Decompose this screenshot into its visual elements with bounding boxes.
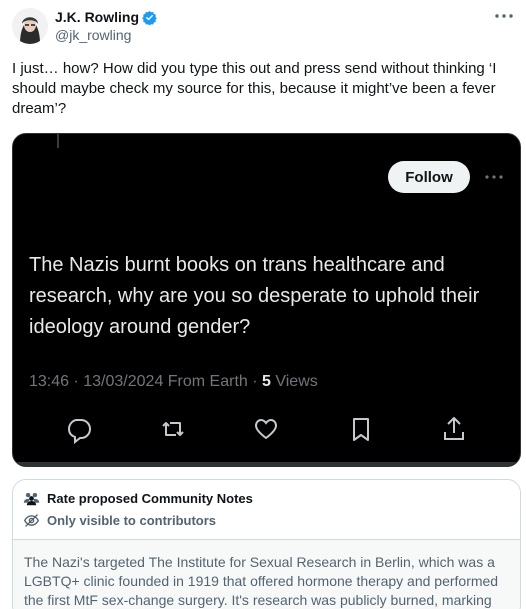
tweet-text: I just… how? How did you type this out a… xyxy=(12,60,497,117)
media-bottom-bar xyxy=(13,462,520,466)
post-timestamp: 13:46 · 13/03/2024 From Earth · xyxy=(29,373,263,390)
community-notes-panel: Rate proposed Community Notes Only visib… xyxy=(12,479,521,609)
eye-slash-icon xyxy=(23,514,40,527)
rate-notes-row[interactable]: Rate proposed Community Notes xyxy=(23,490,253,507)
author-handle[interactable]: @jk_rowling xyxy=(55,27,131,43)
post-meta: 13:46 · 13/03/2024 From Earth · 5 Views xyxy=(29,373,318,391)
reply-icon[interactable] xyxy=(64,414,94,444)
visibility-row: Only visible to contributors xyxy=(23,512,216,529)
views-label: Views xyxy=(270,373,318,390)
more-options-icon[interactable] xyxy=(492,6,516,26)
visibility-label: Only visible to contributors xyxy=(47,513,217,528)
verified-badge-icon xyxy=(142,10,157,25)
quoted-post-text: The Nazis burnt books on trans healthcar… xyxy=(29,254,480,338)
follow-button[interactable]: Follow xyxy=(388,161,470,193)
quoted-media-screenshot[interactable]: Follow The Nazis burnt books on trans he… xyxy=(12,133,521,467)
media-divider xyxy=(57,134,59,148)
repost-icon[interactable] xyxy=(158,414,188,444)
community-note-text: The Nazi's targeted The Institute for Se… xyxy=(24,554,499,608)
share-icon[interactable] xyxy=(439,414,469,444)
like-icon[interactable] xyxy=(251,414,281,444)
avatar[interactable] xyxy=(12,8,48,44)
community-note-body: The Nazi's targeted The Institute for Se… xyxy=(13,540,520,609)
people-icon xyxy=(23,492,40,506)
community-notes-header: Rate proposed Community Notes Only visib… xyxy=(13,480,520,540)
author-name[interactable]: J.K. Rowling xyxy=(55,9,139,25)
action-bar xyxy=(13,414,520,444)
tweet-header: J.K. Rowling @jk_rowling xyxy=(12,6,518,46)
author-name-row: J.K. Rowling xyxy=(55,9,157,25)
views-count: 5 xyxy=(262,373,271,390)
bookmark-icon[interactable] xyxy=(346,414,376,444)
rate-notes-title: Rate proposed Community Notes xyxy=(47,491,253,506)
media-more-icon[interactable] xyxy=(483,168,505,186)
